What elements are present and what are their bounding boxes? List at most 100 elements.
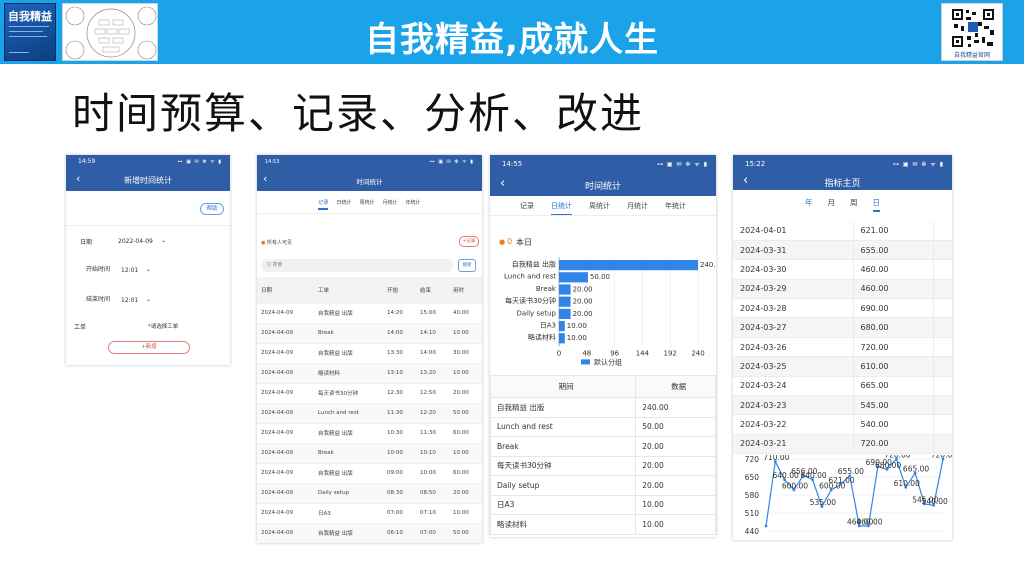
- table-cell: 06:10: [383, 523, 416, 543]
- tab-yearly[interactable]: 年统计: [406, 199, 421, 210]
- table-row[interactable]: 2024-04-09 日A3 07:00 07:10 10.00: [257, 503, 482, 524]
- category-label: 日A3: [540, 322, 556, 330]
- search-button[interactable]: 搜索: [458, 259, 476, 272]
- table-row[interactable]: 2024-03-30 460.00: [733, 259, 952, 280]
- header-banner: 自我精益 自我精益,成就人生 自我精益官网: [0, 0, 1024, 64]
- table-cell: 07:00: [383, 503, 416, 524]
- table-row[interactable]: 2024-04-09 自我精益 出版 09:00 10:00 60.00: [257, 463, 482, 484]
- period-label[interactable]: 本日: [516, 237, 532, 248]
- table-row[interactable]: 2024-03-28 690.00: [733, 298, 952, 319]
- add-record-button[interactable]: +记录: [459, 236, 479, 247]
- status-bar: 14:59 ⊶ ▣ ✉ ✻ ᯤ ▮: [66, 155, 230, 169]
- help-button[interactable]: 帮助: [200, 203, 224, 215]
- end-time-dropdown-icon[interactable]: ⌄: [146, 296, 151, 303]
- bar-value-label: 50.00: [590, 273, 610, 281]
- table-cell: Break: [314, 443, 383, 464]
- table-cell: 60.00: [449, 423, 482, 444]
- tab-bar: 年 月 周 日: [733, 197, 952, 212]
- table-row[interactable]: 2024-04-01 621.00: [733, 221, 952, 241]
- x-tick-label: 96: [610, 349, 619, 357]
- table-cell: 自我精益 出版: [490, 397, 637, 418]
- table-cell: Lunch and rest: [314, 403, 383, 424]
- tab-records[interactable]: 记录: [318, 199, 329, 210]
- tab-year[interactable]: 年: [805, 197, 813, 212]
- table-row[interactable]: 2024-04-09 Lunch and rest 11:30 12:20 50.00: [257, 403, 482, 424]
- tab-weekly[interactable]: 周统计: [589, 201, 610, 216]
- table-row[interactable]: 2024-04-09 自我精益 出版 13:30 14:00 30.00: [257, 343, 482, 364]
- bar: [559, 272, 588, 283]
- table-row[interactable]: 2024-04-09 自我精益 出版 06:10 07:00 50.00: [257, 523, 482, 543]
- table-row[interactable]: 2024-04-09 Daily setup 08:30 08:50 20.00: [257, 483, 482, 504]
- indicator-line-chart: 720650580510440710.00640.00600.00656.006…: [745, 455, 952, 536]
- date-field[interactable]: 2022-04-09: [118, 238, 153, 245]
- tab-records[interactable]: 记录: [520, 201, 534, 216]
- add-button[interactable]: +新增: [108, 341, 190, 354]
- table-cell: 50.00: [449, 403, 482, 424]
- bar: [559, 260, 698, 271]
- status-icons: ⊶ ▣ ✉ ✻ ᯤ ▮: [177, 159, 222, 165]
- table-row[interactable]: 2024-03-22 540.00: [733, 414, 952, 435]
- start-time-field[interactable]: 12:01: [121, 267, 138, 274]
- end-time-field[interactable]: 12:01: [121, 297, 138, 304]
- table-row[interactable]: 2024-03-27 680.00: [733, 317, 952, 338]
- tab-week[interactable]: 周: [850, 197, 858, 212]
- y-tick-label: 440: [745, 527, 760, 536]
- x-tick-label: 192: [664, 349, 677, 357]
- table-row[interactable]: 2024-03-25 610.00: [733, 356, 952, 377]
- table-row[interactable]: 2024-03-23 545.00: [733, 395, 952, 416]
- data-point: [764, 524, 768, 528]
- table-row[interactable]: 2024-04-09 自我精益 出版 10:30 11:30 60.00: [257, 423, 482, 444]
- table-cell: 2024-04-09: [257, 523, 314, 543]
- value-cell: 621.00: [852, 221, 933, 241]
- tab-month[interactable]: 月: [828, 197, 836, 212]
- indicator-table: 2024-04-01 621.00 2024-03-31 655.00 2024-03-…: [733, 221, 952, 455]
- date-cell: 2024-03-24: [733, 376, 853, 397]
- table-cell: 20.00: [635, 455, 716, 476]
- table-row[interactable]: 2024-03-21 720.00: [733, 434, 952, 455]
- x-tick-label: 240: [691, 349, 704, 357]
- table-cell: 自我精益 出版: [314, 523, 383, 543]
- point-label: 720.00: [931, 455, 952, 460]
- table-cell: 2024-04-09: [257, 383, 314, 404]
- tab-weekly[interactable]: 周统计: [359, 199, 374, 210]
- tab-daily[interactable]: 日统计: [336, 199, 351, 210]
- table-cell: 2024-04-09: [257, 403, 314, 424]
- date-cell: 2024-03-21: [733, 434, 853, 455]
- table-row: Lunch and rest 50.00: [490, 416, 716, 437]
- table-row[interactable]: 2024-03-26 720.00: [733, 337, 952, 358]
- search-input[interactable]: Q 搜索: [261, 259, 453, 272]
- bar-value-label: 20.00: [573, 285, 593, 293]
- tab-day[interactable]: 日: [872, 197, 880, 212]
- table-row[interactable]: 2024-04-09 自我精益 出版 14:20 15:00 40.00: [257, 303, 482, 324]
- table-row[interactable]: 2024-04-09 Break 10:00 10:10 10.00: [257, 443, 482, 464]
- table-row[interactable]: 2024-04-09 每天读书30分钟 12:30 12:50 20.00: [257, 383, 482, 404]
- start-time-dropdown-icon[interactable]: ⌄: [146, 266, 151, 273]
- bar-value-label: 10.00: [567, 334, 587, 342]
- table-cell: 每天读书30分钟: [314, 383, 383, 404]
- table-cell: 11:30: [416, 423, 449, 444]
- table-row[interactable]: 2024-04-09 Break 14:00 14:10 10.00: [257, 323, 482, 344]
- table-cell: Daily setup: [314, 483, 383, 504]
- bar-value-label: 240.: [700, 261, 716, 269]
- status-time: 14:53: [265, 159, 280, 165]
- extra-cell: [932, 434, 952, 455]
- daily-bar-chart: 0 48 96 144 192 240 自我精益 出版 240. Lunch and rest 5…: [504, 257, 716, 366]
- table-cell: 15:00: [416, 303, 449, 324]
- table-row[interactable]: 2024-03-29 460.00: [733, 279, 952, 300]
- table-row[interactable]: 2024-03-31 655.00: [733, 240, 952, 261]
- date-dropdown-icon[interactable]: ⌄: [161, 237, 166, 244]
- table-row[interactable]: 2024-04-09 略读材料 13:10 13:20 10.00: [257, 363, 482, 384]
- table-row[interactable]: 2024-03-24 665.00: [733, 376, 952, 397]
- date-cell: 2024-03-22: [733, 414, 853, 435]
- extra-cell: [932, 376, 952, 397]
- tab-yearly[interactable]: 年统计: [665, 201, 686, 216]
- tab-monthly[interactable]: 月统计: [383, 199, 398, 210]
- table-row: Break 20.00: [490, 436, 716, 457]
- table-cell: 13:30: [383, 343, 416, 364]
- tab-monthly[interactable]: 月统计: [627, 201, 648, 216]
- status-icons: ⊶ ▣ ✉ ✻ ᯤ ▮: [429, 159, 474, 165]
- tab-daily[interactable]: 日统计: [551, 201, 572, 216]
- ticket-select[interactable]: *请选择工单: [148, 322, 178, 330]
- extra-cell: [932, 414, 952, 435]
- point-label: 710.00: [763, 455, 789, 462]
